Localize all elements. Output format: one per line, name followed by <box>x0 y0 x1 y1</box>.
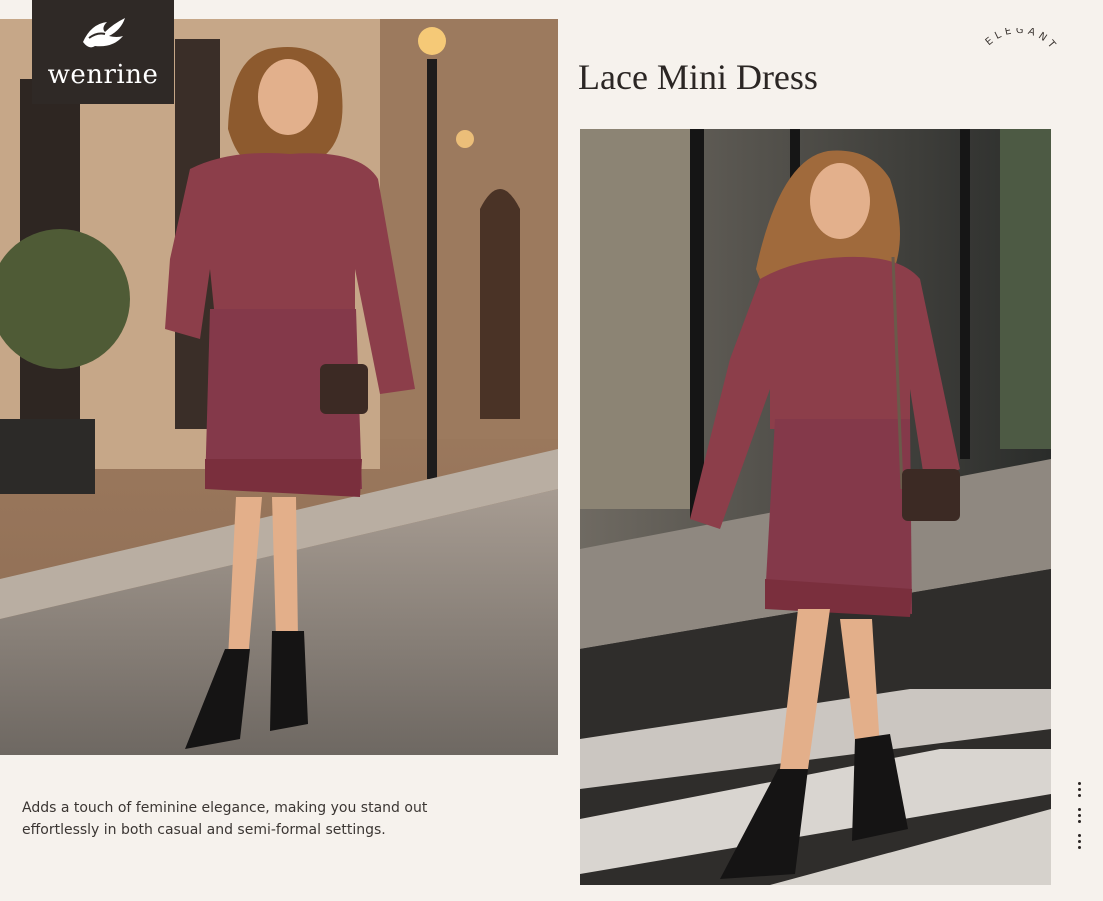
description-line-2: effortlessly in both casual and semi-for… <box>22 822 386 838</box>
brand-logo[interactable]: wenrine <box>32 0 174 104</box>
street-photo-illustration <box>0 19 558 755</box>
more-dots-icon <box>1073 782 1087 854</box>
description-line-1: Adds a touch of feminine elegance, makin… <box>22 800 428 816</box>
product-photo-right <box>580 129 1051 885</box>
crosswalk-photo-illustration <box>580 129 1051 885</box>
brand-name: wenrine <box>47 60 159 90</box>
product-description: Adds a touch of feminine elegance, makin… <box>22 797 442 841</box>
elegant-arc-text: ELEGANT <box>984 28 1059 53</box>
product-title: Lace Mini Dress <box>578 57 818 97</box>
elegant-arc-textpath: ELEGANT <box>984 28 1056 53</box>
product-photo-left <box>0 19 558 755</box>
bird-icon <box>83 18 125 48</box>
elegant-arc-label: ELEGANT <box>984 28 1059 53</box>
